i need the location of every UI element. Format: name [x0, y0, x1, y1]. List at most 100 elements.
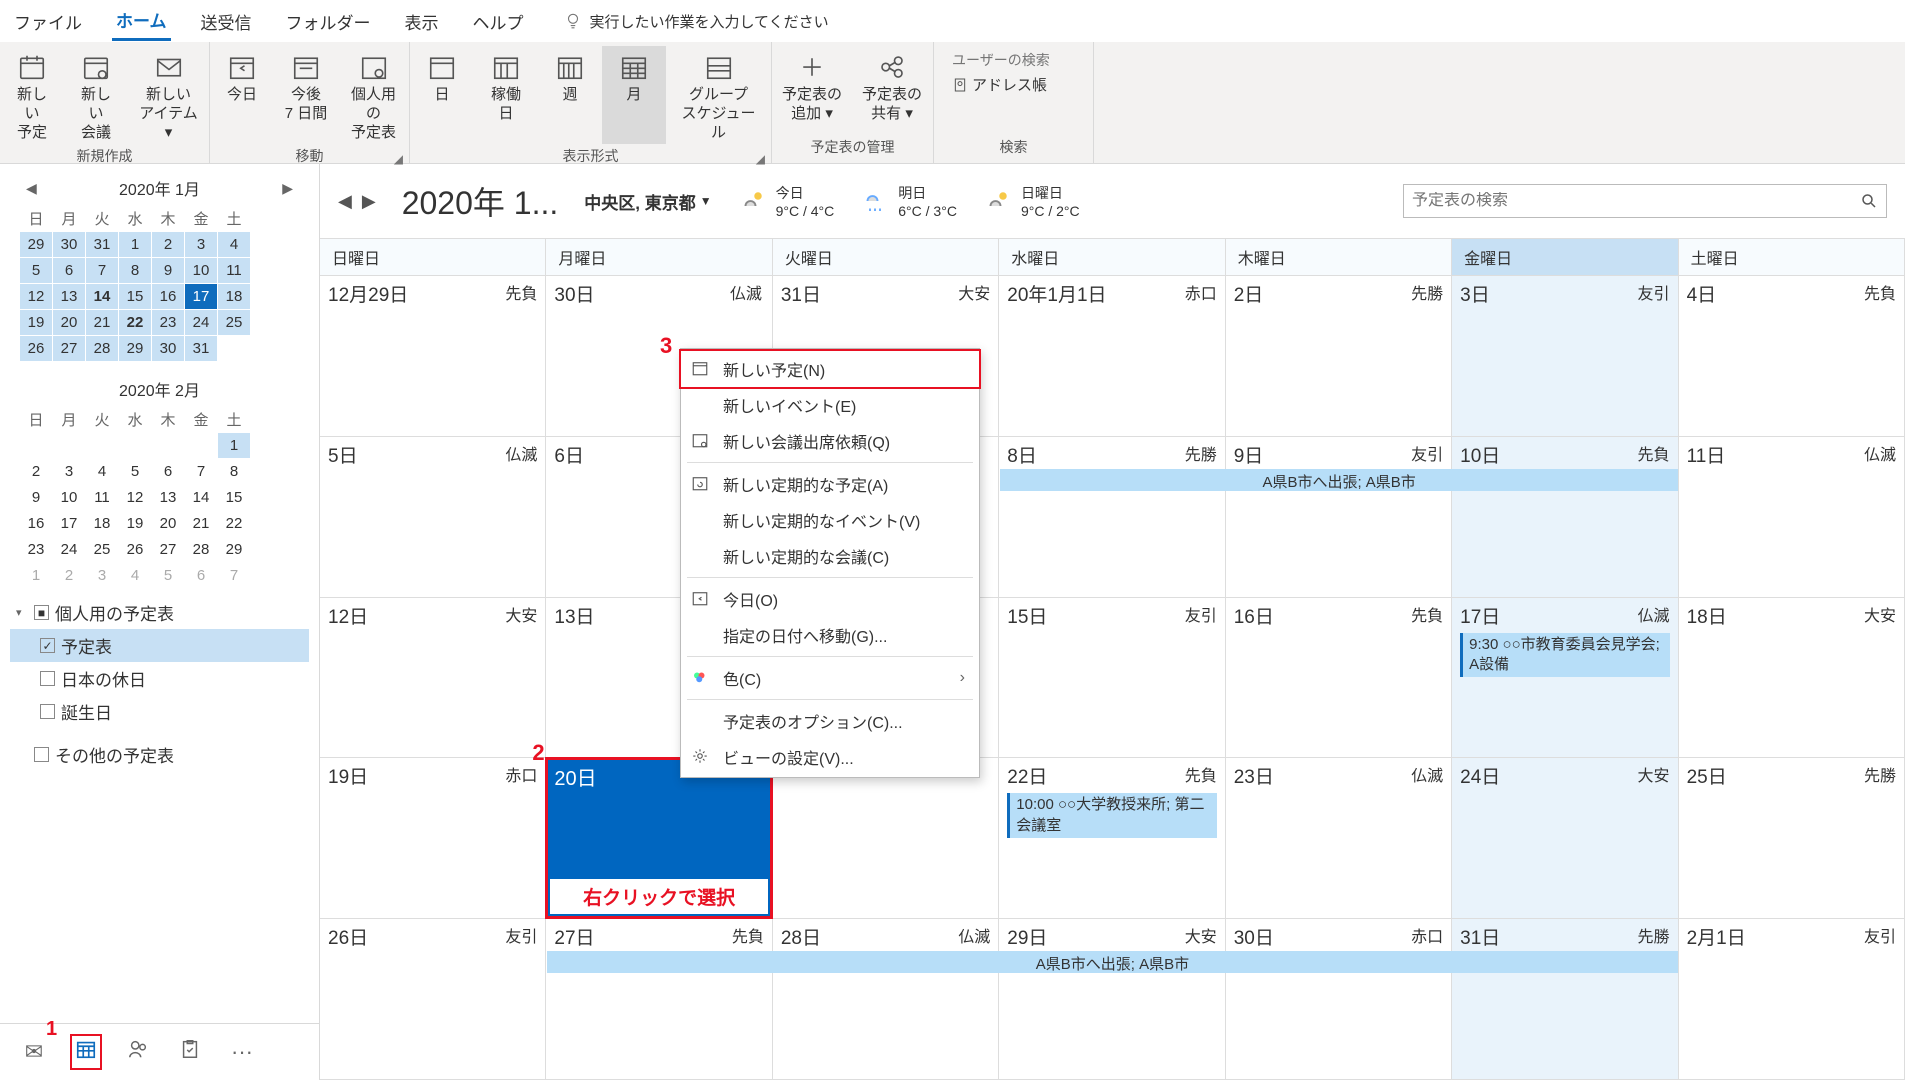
- work-week-view-button[interactable]: 稼働日: [474, 46, 538, 144]
- share-calendar-button[interactable]: 予定表の 共有 ▾: [852, 46, 932, 135]
- mini-next[interactable]: ▶: [282, 180, 293, 197]
- ctx-new-event[interactable]: 新しいイベント(E): [681, 387, 979, 423]
- month-view-button[interactable]: 月: [602, 46, 666, 144]
- selected-day[interactable]: 2 20日 右クリックで選択: [545, 757, 772, 919]
- ctx-goto-date[interactable]: 指定の日付へ移動(G)...: [681, 617, 979, 653]
- ctx-new-recurring-meeting[interactable]: 新しい定期的な会議(C): [681, 538, 979, 574]
- tell-me[interactable]: 実行したい作業を入力してください: [564, 11, 829, 32]
- day-cell[interactable]: 20年1月1日赤口: [999, 276, 1225, 436]
- day-cell[interactable]: 17日仏滅9:30 ○○市教育委員会見学会; A設備: [1452, 598, 1678, 758]
- ctx-new-meeting-request[interactable]: 新しい会議出席依頼(Q): [681, 423, 979, 459]
- tree-birthday[interactable]: 誕生日: [10, 695, 309, 728]
- menu-sendrecv[interactable]: 送受信: [197, 3, 256, 40]
- day-cell[interactable]: 16日先負: [1226, 598, 1452, 758]
- people-nav-icon[interactable]: [122, 1038, 154, 1066]
- ctx-calendar-options[interactable]: 予定表のオプション(C)...: [681, 703, 979, 739]
- day-cell[interactable]: 29日大安: [999, 919, 1225, 1079]
- today-button[interactable]: 今日: [210, 46, 274, 144]
- weather-tomorrow[interactable]: 明日6°C / 3°C: [860, 183, 957, 219]
- day-cell[interactable]: 22日先負10:00 ○○大学教授来所; 第二会議室: [999, 758, 1225, 918]
- schedule-view-button[interactable]: グループ スケジュール: [666, 46, 771, 144]
- new-meeting-button[interactable]: 新しい 会議: [64, 46, 128, 144]
- menu-folder[interactable]: フォルダー: [282, 3, 375, 40]
- location-picker[interactable]: 中央区, 東京都 ▼: [584, 189, 711, 214]
- event-span[interactable]: A県B市へ出張; A県B市: [547, 951, 1679, 973]
- more-nav-icon[interactable]: ···: [226, 1039, 258, 1065]
- day-cell[interactable]: 23日仏滅: [1226, 758, 1452, 918]
- menu-help[interactable]: ヘルプ: [469, 3, 528, 40]
- day-cell[interactable]: 10日先負: [1452, 437, 1678, 597]
- dialog-launcher-icon[interactable]: ◢: [394, 152, 403, 166]
- checkbox-icon[interactable]: [40, 671, 55, 686]
- day-cell[interactable]: 12日大安: [320, 598, 546, 758]
- checkbox-icon[interactable]: [40, 704, 55, 719]
- mini-calendar-feb[interactable]: 日月火水木金土 1 2345678 9101112131415 16171819…: [20, 407, 299, 588]
- day-cell[interactable]: 4日先負: [1679, 276, 1905, 436]
- event-span[interactable]: A県B市へ出張; A県B市: [1000, 469, 1678, 491]
- day-cell[interactable]: 12月29日先負: [320, 276, 546, 436]
- add-calendar-button[interactable]: 予定表の 追加 ▾: [772, 46, 852, 135]
- menu-file[interactable]: ファイル: [10, 3, 86, 40]
- calendar-search[interactable]: [1403, 184, 1887, 218]
- month-grid[interactable]: 12月29日先負 30日仏滅 31日大安 20年1月1日赤口 2日先勝 3日友引…: [320, 276, 1905, 1080]
- prev-period[interactable]: ◀: [338, 191, 352, 212]
- tasks-nav-icon[interactable]: [174, 1038, 206, 1066]
- checkbox-icon[interactable]: ✓: [40, 638, 55, 653]
- ctx-view-settings[interactable]: ビューの設定(V)...: [681, 739, 979, 775]
- address-book-button[interactable]: アドレス帳: [952, 68, 1047, 95]
- day-cell[interactable]: 8日先勝: [999, 437, 1225, 597]
- checkbox-icon[interactable]: [34, 747, 49, 762]
- week5-icon: [491, 52, 521, 82]
- dialog-launcher-icon[interactable]: ◢: [756, 152, 765, 166]
- tree-personal[interactable]: ▾■個人用の予定表: [10, 596, 309, 629]
- menu-view[interactable]: 表示: [401, 3, 443, 40]
- day-cell[interactable]: [773, 758, 999, 918]
- day-cell[interactable]: 2 20日 右クリックで選択: [546, 758, 772, 918]
- calendar-nav-icon[interactable]: [70, 1034, 102, 1070]
- weather-today[interactable]: 今日9°C / 4°C: [738, 183, 835, 219]
- event-item[interactable]: 9:30 ○○市教育委員会見学会; A設備: [1460, 633, 1669, 678]
- weather-sunday[interactable]: 日曜日9°C / 2°C: [983, 183, 1080, 219]
- week-view-button[interactable]: 週: [538, 46, 602, 144]
- personal-calendar-button[interactable]: 個人用の 予定表: [338, 46, 409, 144]
- new-item-button[interactable]: 新しい アイテム ▾: [128, 46, 209, 144]
- day-cell[interactable]: 2日先勝: [1226, 276, 1452, 436]
- calendar-user-icon: [359, 52, 389, 82]
- checkbox-icon[interactable]: ■: [34, 605, 49, 620]
- menu-home[interactable]: ホーム: [112, 1, 171, 41]
- day-cell[interactable]: 26日友引: [320, 919, 546, 1079]
- day-cell[interactable]: 9日友引: [1226, 437, 1452, 597]
- day-cell[interactable]: 28日仏滅: [773, 919, 999, 1079]
- tree-other[interactable]: その他の予定表: [10, 738, 309, 771]
- day-cell[interactable]: 24日大安: [1452, 758, 1678, 918]
- day-view-button[interactable]: 日: [410, 46, 474, 144]
- day-cell[interactable]: 18日大安: [1679, 598, 1905, 758]
- day-cell[interactable]: 25日先勝: [1679, 758, 1905, 918]
- day-cell[interactable]: 15日友引: [999, 598, 1225, 758]
- new-appointment-button[interactable]: 新しい 予定: [0, 46, 64, 144]
- day-cell[interactable]: 31日先勝: [1452, 919, 1678, 1079]
- day-cell[interactable]: 3日友引: [1452, 276, 1678, 436]
- tree-holiday[interactable]: 日本の休日: [10, 662, 309, 695]
- next-7-days-button[interactable]: 今後 7 日間: [274, 46, 338, 144]
- event-item[interactable]: 10:00 ○○大学教授来所; 第二会議室: [1007, 793, 1216, 838]
- ctx-today[interactable]: 今日(O): [681, 581, 979, 617]
- ctx-new-appointment[interactable]: 新しい予定(N): [681, 351, 979, 387]
- calendar-search-input[interactable]: [1412, 192, 1860, 210]
- ctx-new-recurring-event[interactable]: 新しい定期的なイベント(V): [681, 502, 979, 538]
- day-cell[interactable]: 27日先負: [546, 919, 772, 1079]
- next-period[interactable]: ▶: [362, 191, 376, 212]
- mini-calendar-jan[interactable]: 日月火水木金土 2930311234 567891011 12131415161…: [20, 206, 299, 361]
- day-cell[interactable]: 30日赤口: [1226, 919, 1452, 1079]
- search-icon[interactable]: [1860, 192, 1878, 210]
- search-people-input[interactable]: [952, 52, 1062, 68]
- mail-nav-icon[interactable]: ✉: [18, 1039, 50, 1065]
- day-cell[interactable]: 2月1日友引: [1679, 919, 1905, 1079]
- ctx-new-recurring-appointment[interactable]: 新しい定期的な予定(A): [681, 466, 979, 502]
- mini-prev[interactable]: ◀: [26, 180, 37, 197]
- ctx-color[interactable]: 色(C)›: [681, 660, 979, 696]
- day-cell[interactable]: 11日仏滅: [1679, 437, 1905, 597]
- day-cell[interactable]: 5日仏滅: [320, 437, 546, 597]
- tree-calendar[interactable]: ✓予定表: [10, 629, 309, 662]
- day-cell[interactable]: 19日赤口: [320, 758, 546, 918]
